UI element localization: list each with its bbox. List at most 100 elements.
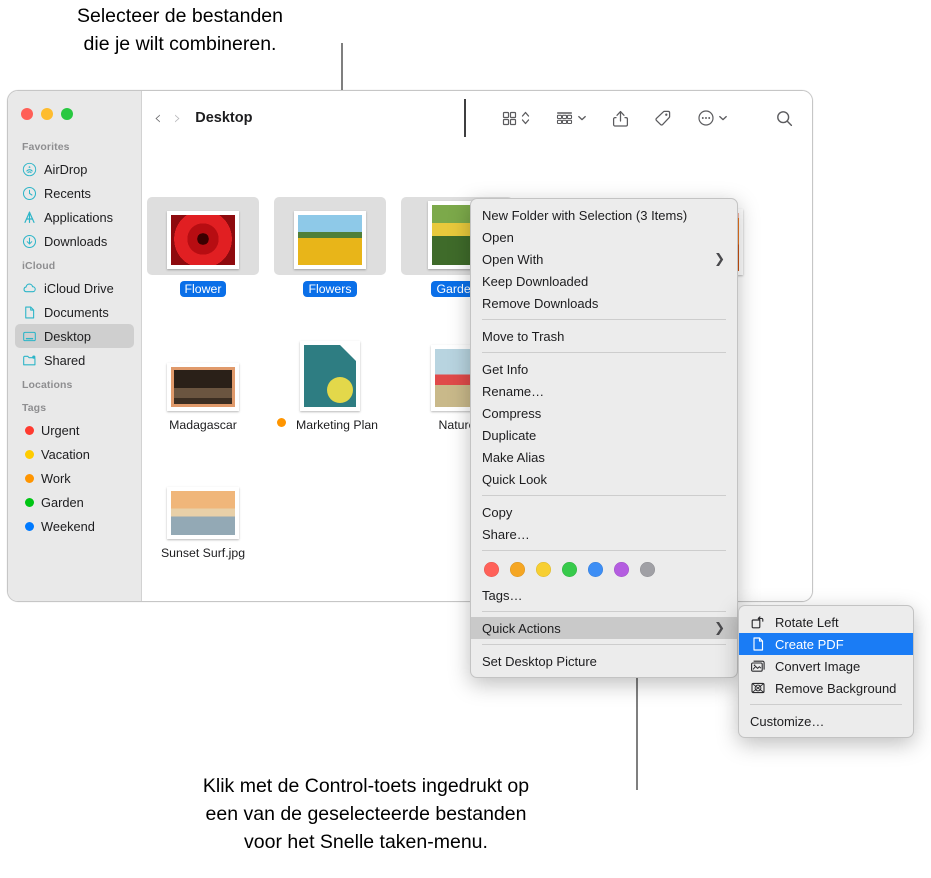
sidebar-item-documents[interactable]: Documents	[15, 300, 134, 324]
tag-color-swatch[interactable]	[536, 562, 551, 577]
menu-item-share[interactable]: Share…	[471, 523, 737, 545]
menu-item-label: New Folder with Selection (3 Items)	[482, 207, 688, 223]
menu-item-get-info[interactable]: Get Info	[471, 358, 737, 380]
menu-item-move-to-trash[interactable]: Move to Trash	[471, 325, 737, 347]
menu-tag-color-row[interactable]	[471, 556, 737, 584]
tag-color-swatch[interactable]	[588, 562, 603, 577]
toolbar-divider	[464, 99, 466, 137]
menu-item-quick-look[interactable]: Quick Look	[471, 468, 737, 490]
window-close-button[interactable]	[21, 108, 33, 120]
chevron-left-icon[interactable]: ‹	[154, 108, 162, 128]
submenu-item-customize[interactable]: Customize…	[739, 710, 913, 732]
menu-item-remove-downloads[interactable]: Remove Downloads	[471, 292, 737, 314]
sidebar-group-title: Locations	[22, 379, 73, 391]
sidebar-item-recents[interactable]: Recents	[15, 181, 134, 205]
page-title: Desktop	[195, 110, 253, 126]
grid-view-icon[interactable]	[501, 109, 530, 127]
tag-color-swatch[interactable]	[484, 562, 499, 577]
menu-item-label: Open	[482, 229, 514, 245]
sidebar-item-work[interactable]: Work	[15, 466, 134, 490]
tag-icon[interactable]	[654, 109, 672, 127]
menu-separator	[482, 495, 726, 496]
file-item[interactable]: Madagascar	[147, 333, 259, 433]
remove-background-icon	[750, 680, 766, 696]
submenu-item-label: Rotate Left	[775, 614, 839, 630]
sidebar-item-label: Applications	[44, 209, 114, 225]
tag-dot-icon	[25, 521, 34, 531]
desktop-icon	[22, 329, 37, 344]
callout-bottom-text: Klik met de Control-toets ingedrukt op e…	[202, 775, 530, 853]
file-name-label: Sunset Surf.jpg	[160, 546, 246, 560]
tag-dot-icon	[25, 425, 34, 435]
airdrop-icon	[22, 162, 37, 177]
sidebar-group-title: iCloud	[22, 260, 56, 272]
sidebar-item-airdrop[interactable]: AirDrop	[15, 157, 134, 181]
menu-item-label: Move to Trash	[482, 328, 565, 344]
menu-item-set-desktop-picture[interactable]: Set Desktop Picture	[471, 650, 737, 672]
chevron-right-icon[interactable]: ›	[174, 108, 182, 128]
chevron-down-icon	[719, 115, 727, 121]
submenu-item-remove-background[interactable]: Remove Background	[739, 677, 913, 699]
up-down-stepper-icon	[521, 111, 530, 125]
submenu-item-convert-image[interactable]: Convert Image	[739, 655, 913, 677]
chevron-down-icon	[578, 115, 586, 121]
shared-folder-icon	[22, 353, 37, 368]
tag-color-swatch[interactable]	[614, 562, 629, 577]
menu-item-label: Make Alias	[482, 449, 545, 465]
menu-item-open[interactable]: Open	[471, 226, 737, 248]
window-maximize-button[interactable]	[61, 108, 73, 120]
menu-item-label: Compress	[482, 405, 542, 421]
menu-item-quick-actions[interactable]: Quick Actions ❯	[471, 617, 737, 639]
file-item[interactable]: Flower	[147, 197, 259, 297]
file-name-label: Madagascar	[169, 418, 237, 432]
submenu-item-label: Customize…	[750, 713, 825, 729]
pdf-document-icon	[750, 636, 766, 652]
menu-item-copy[interactable]: Copy	[471, 501, 737, 523]
menu-item-duplicate[interactable]: Duplicate	[471, 424, 737, 446]
sidebar-item-garden[interactable]: Garden	[15, 490, 134, 514]
group-by-icon[interactable]	[555, 110, 587, 127]
sidebar-item-shared[interactable]: Shared	[15, 348, 134, 372]
menu-item-open-with[interactable]: Open With ❯	[471, 248, 737, 270]
sidebar-item-weekend[interactable]: Weekend	[15, 514, 134, 538]
sidebar-item-label: Garden	[41, 494, 84, 510]
file-item[interactable]: Flowers	[274, 197, 386, 297]
menu-item-keep-downloaded[interactable]: Keep Downloaded	[471, 270, 737, 292]
file-name-label: Marketing Plan	[295, 418, 379, 432]
search-icon[interactable]	[775, 109, 794, 128]
callout-top-text: Selecteer de bestanden die je wilt combi…	[77, 5, 283, 55]
menu-separator	[482, 352, 726, 353]
menu-item-new-folder-with-selection-3-items[interactable]: New Folder with Selection (3 Items)	[471, 204, 737, 226]
sidebar-item-desktop[interactable]: Desktop	[15, 324, 134, 348]
menu-item-tags[interactable]: Tags…	[471, 584, 737, 606]
sidebar-item-downloads[interactable]: Downloads	[15, 229, 134, 253]
file-item[interactable]: Sunset Surf.jpg	[147, 461, 259, 561]
submenu-item-create-pdf[interactable]: Create PDF	[739, 633, 913, 655]
file-thumbnail	[147, 333, 259, 411]
tag-dot-icon	[25, 497, 34, 507]
menu-item-make-alias[interactable]: Make Alias	[471, 446, 737, 468]
sidebar-item-applications[interactable]: Applications	[15, 205, 134, 229]
file-item[interactable]: Marketing Plan	[274, 333, 386, 433]
sidebar-item-urgent[interactable]: Urgent	[15, 418, 134, 442]
sidebar-item-label: Downloads	[44, 233, 108, 249]
quick-actions-submenu[interactable]: Rotate Left Create PDF Convert Image Remove…	[738, 605, 914, 738]
menu-item-label: Get Info	[482, 361, 529, 377]
window-minimize-button[interactable]	[41, 108, 53, 120]
toolbar: ‹ › Desktop	[142, 91, 812, 145]
sidebar-item-icloud-drive[interactable]: iCloud Drive	[15, 276, 134, 300]
tag-color-swatch[interactable]	[640, 562, 655, 577]
sidebar-item-label: Shared	[44, 352, 86, 368]
submenu-item-rotate-left[interactable]: Rotate Left	[739, 611, 913, 633]
menu-item-rename[interactable]: Rename…	[471, 380, 737, 402]
sidebar-item-label: Desktop	[44, 328, 91, 344]
more-ellipsis-icon[interactable]	[697, 109, 728, 127]
share-icon[interactable]	[612, 109, 629, 128]
context-menu[interactable]: New Folder with Selection (3 Items) Open O…	[470, 198, 738, 678]
menu-separator	[482, 644, 726, 645]
tag-color-swatch[interactable]	[510, 562, 525, 577]
sidebar-item-vacation[interactable]: Vacation	[15, 442, 134, 466]
tag-dot-icon	[25, 449, 34, 459]
menu-item-compress[interactable]: Compress	[471, 402, 737, 424]
tag-color-swatch[interactable]	[562, 562, 577, 577]
